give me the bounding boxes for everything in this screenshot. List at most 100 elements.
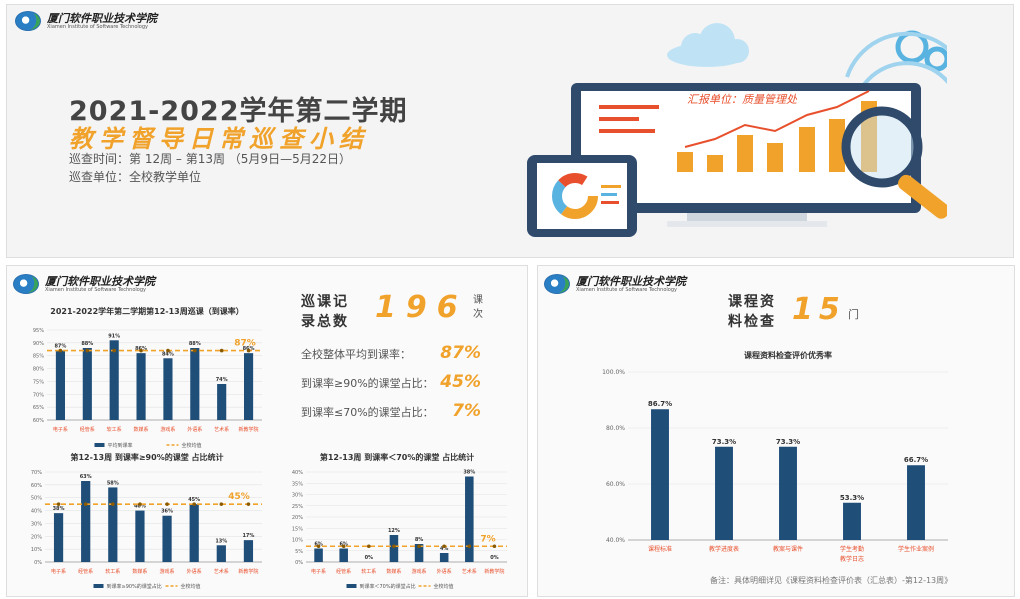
cover-unit-line: 巡查单位：全校教学单位 [69,170,202,184]
bar [314,548,323,562]
data-label: 87% [54,344,66,350]
college-logo: 厦门软件职业技术学院 Xiamen Institute of Software … [13,274,155,294]
category-label: 数媒系 [134,426,149,433]
chart-title: 课程资料检查评价优秀率 [744,350,832,360]
reference-point [316,544,321,549]
bar [907,465,925,540]
stat-label: 到课率≤70%的课堂占比： [301,406,434,419]
bar [439,553,449,562]
bar [108,487,118,562]
y-tick-label: 70% [31,470,42,476]
data-label: 8% [415,537,424,543]
category-label: 电子系 [51,568,66,575]
bar [216,545,226,562]
y-tick-label: 30% [31,521,42,527]
course-excellence-chart: 课程资料检查评价优秀率 40.0% 60.0% 80.0% 100.0% 86.7% 课程标… [602,350,948,563]
data-label: 63% [80,474,92,480]
college-emblem-icon [544,274,570,294]
data-label: 36% [161,509,173,515]
reference-label: 7% [480,534,495,544]
data-label: 58% [107,480,119,486]
y-tick-label: 40% [292,470,303,476]
footnote: 备注：具体明细详见《课程资料检查评价表（汇总表）-第12-13周》 [710,576,953,585]
category-label: 数媒系 [132,568,147,575]
legend-swatch [93,584,104,588]
category-label: 艺术系 [214,568,229,575]
category-label: 经管系 [336,568,351,575]
bar [243,540,254,562]
stat-value: 45% [440,372,481,392]
reference-point [111,502,115,506]
reference-point [83,502,88,506]
legend-label: 到课率≥90%的课堂占比 [107,583,162,590]
data-label: 66.7% [904,456,928,464]
stat-label: 到课率≥90%的课堂占比： [301,377,434,390]
category-label: 教学日志 [840,555,864,563]
bar [189,504,199,562]
category-label: 学生考勤 [840,545,864,553]
legend-label: 全校均值 [434,583,454,590]
reference-label: 45% [228,492,250,502]
reference-point [192,502,196,506]
reference-point [193,348,197,353]
reference-point [166,348,170,353]
bar [190,348,200,420]
y-tick-label: 10% [31,547,42,553]
patrol-total-value: 196 [375,290,468,325]
bar [55,350,66,420]
patrol-total-unit: 课次 [473,295,483,320]
reference-point [442,544,446,549]
data-label: 17% [242,533,254,539]
y-tick-label: 60% [33,418,44,424]
patrol-total-label: 巡课记录总数 [301,294,349,330]
y-tick-label: 20% [31,534,42,540]
bar [81,481,91,562]
category-label: 艺术系 [462,568,477,575]
category-label: 电子系 [311,568,326,575]
y-tick-label: 15% [292,526,303,532]
legend-label: 到课率＜70%的课堂占比 [360,583,416,590]
y-tick-label: 100.0% [602,369,625,376]
bar [243,353,254,420]
reference-point [246,348,251,353]
reference-point [112,348,116,353]
category-label: 游戏系 [412,568,427,575]
data-label: 0% [490,555,499,561]
category-label: 课程标准 [648,545,672,553]
y-tick-label: 95% [33,328,44,334]
y-tick-label: 80% [33,367,44,373]
college-name-en: Xiamen Institute of Software Technology [47,23,148,30]
category-label: 数媒系 [386,568,401,575]
reference-point [417,544,421,549]
college-emblem-icon [15,11,41,31]
category-label: 软工系 [105,568,120,575]
course-check-unit: 门 [848,308,859,321]
cloud-icon [667,23,749,67]
college-name-cn: 厦门软件职业技术学院 [45,274,155,288]
data-label: 53.3% [840,494,864,502]
data-label: 86.7% [648,400,672,408]
attendance-rate-chart: 2021-2022学年第二学期第12-13周巡课（到课率） 60% 65% 70% 75… [33,306,262,449]
college-name-cn: 厦门软件职业技术学院 [47,11,157,25]
reference-point [219,502,224,506]
category-label: 经管系 [80,426,95,433]
y-tick-label: 60.0% [606,481,625,488]
course-check-slide: 厦门软件职业技术学院 Xiamen Institute of Software … [537,265,1015,597]
college-name-en: Xiamen Institute of Software Technology [45,286,146,293]
y-tick-label: 20% [292,515,303,521]
y-tick-label: 35% [292,481,303,487]
category-label: 软工系 [361,568,376,575]
y-tick-label: 70% [33,392,44,398]
category-label: 外语系 [187,568,202,575]
college-name-en: Xiamen Institute of Software Technology [576,286,677,293]
bar [843,502,861,540]
y-tick-label: 40.0% [606,537,625,544]
stat-value: 87% [440,343,481,363]
reference-point [58,348,63,353]
reference-point [138,502,142,506]
category-label: 外语系 [437,568,452,575]
stat-row: 到课率≤70%的课堂占比： 7% [301,401,521,421]
college-logo: 厦门软件职业技术学院 Xiamen Institute of Software … [15,11,157,31]
bar [162,515,172,562]
reference-point [85,348,90,353]
